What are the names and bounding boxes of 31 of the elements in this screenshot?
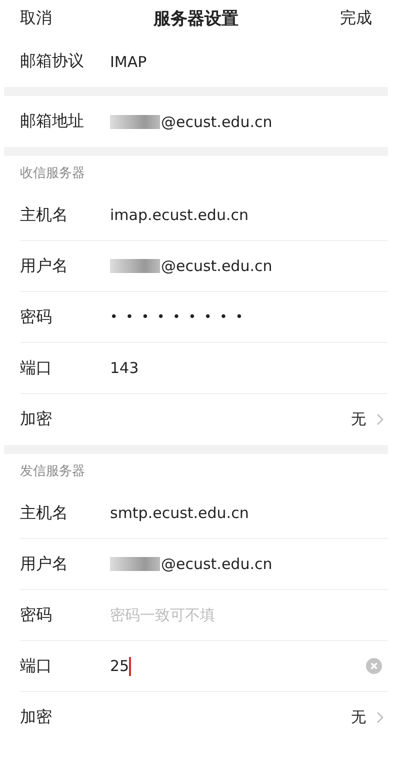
- field-value[interactable]: IMAP: [110, 52, 147, 70]
- clear-icon[interactable]: [366, 658, 382, 674]
- field-value[interactable]: •••••••••: [110, 310, 252, 324]
- done-button[interactable]: 完成: [340, 8, 372, 28]
- encryption-select[interactable]: 无: [351, 708, 366, 727]
- field-value[interactable]: 25: [110, 657, 130, 675]
- field-label: 端口: [20, 656, 53, 676]
- field-value[interactable]: @ecust.edu.cn: [161, 112, 272, 130]
- field-value[interactable]: @ecust.edu.cn: [161, 555, 272, 573]
- field-value[interactable]: smtp.ecust.edu.cn: [110, 504, 249, 522]
- field-label: 邮箱协议: [20, 51, 85, 72]
- page-title: 服务器设置: [154, 8, 238, 30]
- section-title: 收信服务器: [19, 165, 86, 183]
- field-label: 主机名: [20, 502, 69, 524]
- section-title: 发信服务器: [19, 463, 86, 481]
- cancel-button[interactable]: 取消: [20, 8, 52, 28]
- field-value[interactable]: @ecust.edu.cn: [161, 257, 272, 275]
- field-label: 密码: [20, 306, 53, 328]
- chevron-right-icon: [376, 413, 384, 426]
- encryption-select[interactable]: 无: [351, 410, 366, 429]
- field-label: 加密: [20, 707, 53, 728]
- field-label: 主机名: [20, 204, 69, 226]
- field-label: 密码: [20, 604, 53, 626]
- field-value[interactable]: imap.ecust.edu.cn: [110, 206, 248, 224]
- field-label: 加密: [20, 409, 53, 430]
- field-label: 邮箱地址: [20, 111, 85, 132]
- field-label: 用户名: [20, 554, 69, 574]
- field-label: 端口: [20, 358, 53, 378]
- chevron-right-icon: [376, 711, 384, 724]
- field-value[interactable]: 143: [110, 359, 139, 377]
- field-label: 用户名: [20, 256, 69, 276]
